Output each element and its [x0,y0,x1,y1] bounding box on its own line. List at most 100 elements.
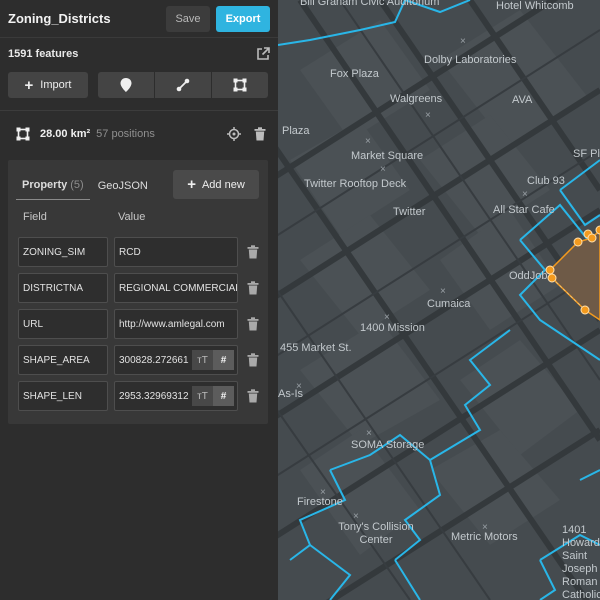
poi-marker-icon: × [522,189,528,200]
poi-label: Walgreens [390,93,443,105]
tab-geojson[interactable]: GeoJSON [94,160,152,200]
poi-marker-icon: × [425,110,431,121]
column-header-value: Value [118,211,146,223]
features-summary: 1591 features [0,38,278,70]
add-property-label: Add new [201,178,245,191]
add-property-button[interactable]: + Add new [173,170,259,199]
property-value-field[interactable]: RCD [114,237,238,267]
poi-label: Dolby Laboratories [424,54,517,66]
property-key-field[interactable]: SHAPE_AREA [18,345,108,375]
plus-icon: + [24,76,34,94]
poi-marker-icon: × [440,286,446,297]
external-link-icon[interactable] [256,47,270,61]
delete-feature-icon[interactable] [254,127,266,141]
poi-label: Club 93 [527,175,565,187]
property-value-field[interactable]: 2953.32969312 ᴛT # [114,381,238,411]
poi-label: 1401 Howard Saint Joseph Roman Catholic … [562,524,600,600]
property-rows: ZONING_SIM RCD DISTRICTNA REGIONAL COMMERCI… [8,234,268,414]
features-count: 1591 features [8,48,79,60]
poi-label: Cumaica [427,298,471,310]
tool-row: + Import [0,70,278,102]
delete-property-icon[interactable] [246,389,260,403]
import-label: Import [40,79,72,91]
poi-label: SF Plaza [573,148,600,160]
draw-marker-button[interactable] [98,72,154,98]
file-title[interactable]: Zoning_Districts [8,11,166,26]
selected-feature-header: 28.00 km² 57 positions [0,111,278,157]
poi-label: SOMA Storage [351,439,425,451]
table-row: SHAPE_AREA 300828.272661 ᴛT # [8,342,268,378]
poi-label: Twitter [393,206,426,218]
type-number-button[interactable]: # [213,386,234,406]
poi-label: Hotel Whitcomb [496,0,574,12]
poi-label: Plaza [282,125,310,137]
poi-label: Bill Graham Civic Auditorium [300,0,440,8]
tab-property-label: Property [22,179,68,191]
save-button[interactable]: Save [166,5,210,32]
plus-icon: + [187,176,196,193]
poi-label: 455 Market St. [280,342,352,354]
property-key-field[interactable]: DISTRICTNA [18,273,108,303]
property-value-text: http://www.amlegal.com [119,318,225,330]
property-value-text: REGIONAL COMMERCIAL [119,282,238,294]
property-value-text: RCD [119,246,141,258]
locate-icon[interactable] [227,127,241,141]
poi-label: 1400 Mission [360,322,425,334]
draw-polygon-button[interactable] [212,72,268,98]
type-text-button[interactable]: ᴛT [192,386,213,406]
poi-marker-icon: × [482,522,488,533]
marker-icon [120,78,132,92]
poi-marker-icon: × [365,136,371,147]
property-value-field[interactable]: http://www.amlegal.com [114,309,238,339]
table-row: ZONING_SIM RCD [8,234,268,270]
line-icon [176,78,190,92]
poi-label: Market Square [351,150,424,162]
property-table-header: Field Value [8,200,268,234]
type-number-button[interactable]: # [213,350,234,370]
value-type-toggle: ᴛT # [192,350,234,370]
table-row: SHAPE_LEN 2953.32969312 ᴛT # [8,378,268,414]
poi-marker-icon: × [320,487,326,498]
property-value-text: 300828.272661 [119,354,189,366]
import-button[interactable]: + Import [8,72,88,98]
delete-property-icon[interactable] [246,317,260,331]
poi-marker-icon: × [296,381,302,392]
poi-marker-icon: × [366,428,372,439]
table-row: URL http://www.amlegal.com [8,306,268,342]
poi-marker-icon: × [384,312,390,323]
delete-property-icon[interactable] [246,245,260,259]
feature-area: 28.00 km² [40,128,91,140]
delete-property-icon[interactable] [246,281,260,295]
delete-property-icon[interactable] [246,353,260,367]
top-bar: Zoning_Districts Save Export [0,0,278,38]
draw-line-button[interactable] [155,72,211,98]
poi-label: Twitter Rooftop Deck [304,178,407,190]
type-text-button[interactable]: ᴛT [192,350,213,370]
tab-property-count: (5) [70,179,84,191]
properties-panel: Property (5) GeoJSON + Add new Field Val… [8,160,268,424]
export-button[interactable]: Export [216,5,270,32]
tab-geojson-label: GeoJSON [97,180,148,192]
polygon-icon [233,78,247,92]
column-header-field: Field [23,211,47,223]
poi-label: OddJob [509,270,548,282]
poi-marker-icon: × [380,164,386,175]
poi-label: All Star Cafe [493,204,555,216]
sidebar: Zoning_Districts Save Export 1591 featur… [0,0,278,600]
poi-marker-icon: × [460,36,466,47]
property-key-field[interactable]: ZONING_SIM [18,237,108,267]
property-key-field[interactable]: URL [18,309,108,339]
property-key-field[interactable]: SHAPE_LEN [18,381,108,411]
tab-bar: Property (5) GeoJSON + Add new [8,160,268,200]
poi-label: AVA [512,94,533,106]
tab-property[interactable]: Property (5) [16,160,90,200]
poi-marker-icon: × [353,511,359,522]
draw-tool-group [98,72,268,98]
feature-positions: 57 positions [96,128,155,140]
property-value-field[interactable]: REGIONAL COMMERCIAL [114,273,238,303]
polygon-icon [16,127,30,141]
app-root: Bill Graham Civic Auditorium Hotel Whitc… [0,0,600,600]
property-value-field[interactable]: 300828.272661 ᴛT # [114,345,238,375]
table-row: DISTRICTNA REGIONAL COMMERCIAL [8,270,268,306]
value-type-toggle: ᴛT # [192,386,234,406]
